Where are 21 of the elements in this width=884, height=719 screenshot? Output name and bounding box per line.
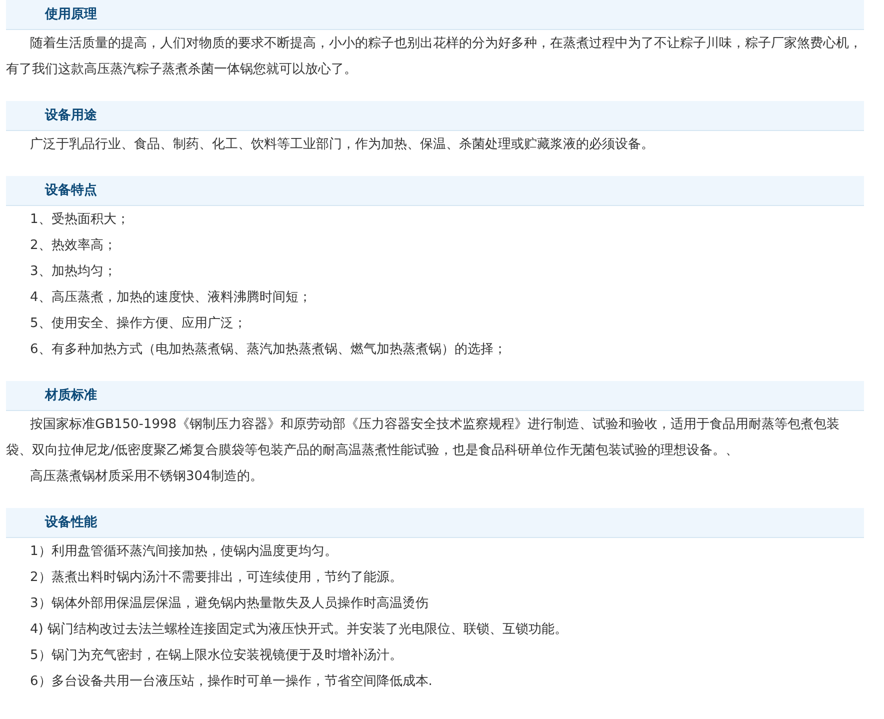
paragraph: 广泛于乳品行业、食品、制药、化工、饮料等工业部门，作为加热、保温、杀菌处理或贮藏浆液的必须设备。 [29,136,655,154]
list-item: 2、热效率高； [29,237,118,255]
section-title: 设备性能 [45,514,97,532]
list-item: 3、加热均匀； [29,263,118,281]
list-item: 6）多台设备共用一台液压站，操作时可单一操作，节省空间降低成本. [29,673,434,691]
list-item: 1）利用盘管循环蒸汽间接加热，使锅内温度更均匀。 [29,543,338,561]
list-item: 3）锅体外部用保温层保温，避免锅内热量散失及人员操作时高温烫伤 [29,595,430,613]
paragraph: 随着生活质量的提高，人们对物质的要求不断提高，小小的粽子也别出花样的分为好多种，在蒸煮过程中为了不让粽子川味，粽子厂家煞费心机，有了我们这款高压蒸汽粽子蒸煮杀菌一体锅您就可以放心了。 [6,35,863,79]
list-item: 2）蒸煮出料时锅内汤汁不需要排出，可连续使用，节约了能源。 [29,569,404,587]
section-title: 使用原理 [45,6,97,24]
list-item: 1、受热面积大； [29,211,130,229]
list-item: 5、使用安全、操作方便、应用广泛； [29,315,248,333]
list-item: 4、高压蒸煮，加热的速度快、液料沸腾时间短； [29,289,312,307]
list-item: 5）锅门为充气密封，在锅上限水位安装视镜便于及时增补汤汁。 [29,647,404,665]
list-item: 4) 锅门结构改过去法兰螺栓连接固定式为液压快开式。并安装了光电限位、联锁、互锁功能。 [29,621,568,639]
paragraph: 按国家标准GB150-1998《钢制压力容器》和原劳动部《压力容器安全技术监察规程》进行制造、试验和验收，适用于食品用耐蒸等包煮包装袋、双向拉伸尼龙/低密度聚乙烯复合膜袋等包装产品的耐高温蒸煮性能试验，也是食品科研单位作无菌包装试验的理想设备。、 [6,416,841,460]
section-title: 材质标准 [45,386,97,405]
list-item: 6、有多种加热方式（电加热蒸煮锅、蒸汽加热蒸煮锅、燃气加热蒸煮锅）的选择； [29,341,508,359]
section-title: 设备用途 [45,106,97,125]
section-title: 设备特点 [45,182,97,200]
paragraph: 高压蒸煮锅材质采用不锈钢304制造的。 [29,468,264,486]
